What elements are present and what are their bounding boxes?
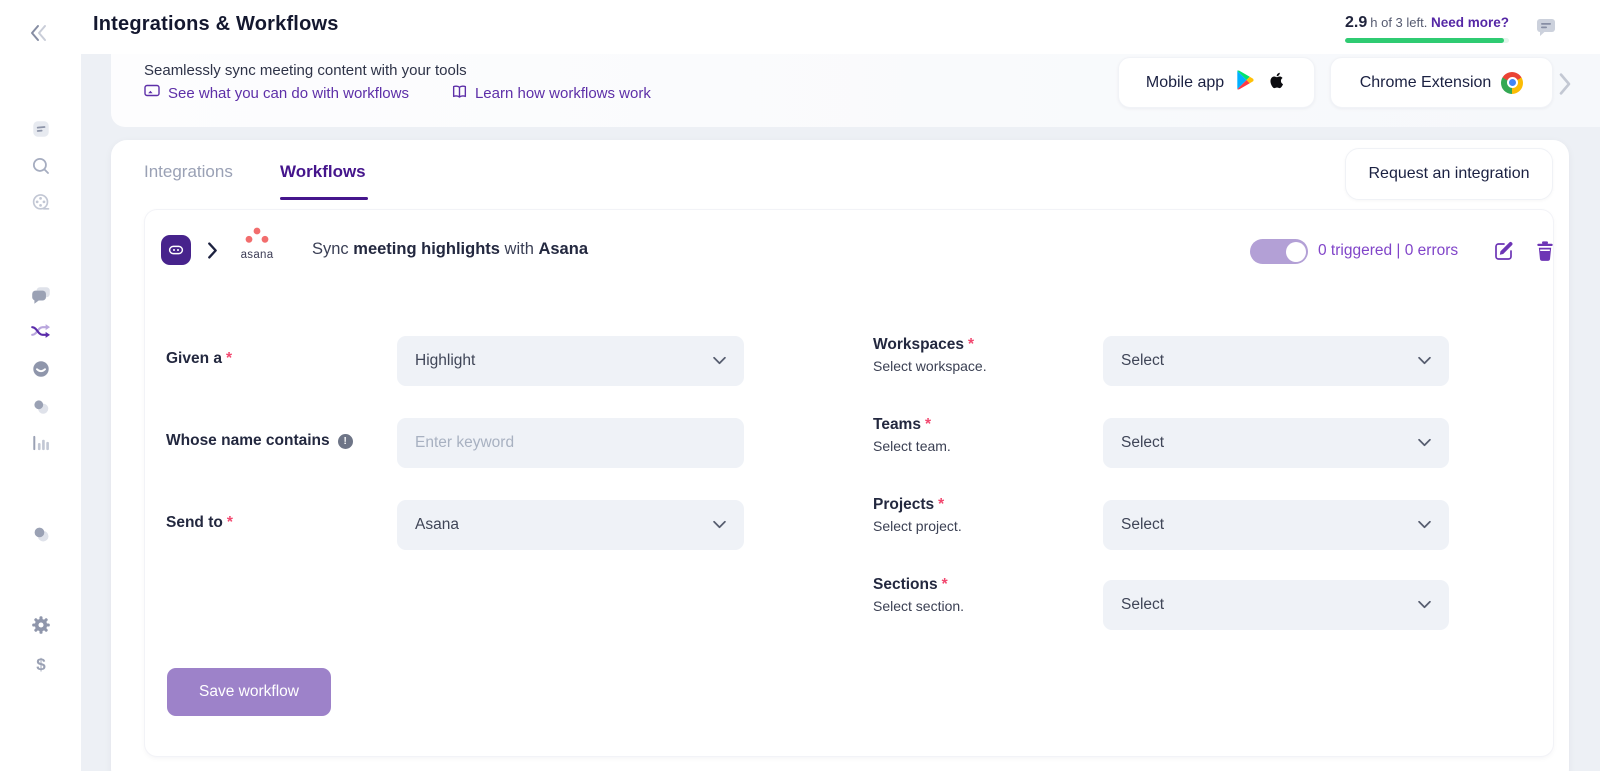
page-subtitle: Seamlessly sync meeting content with you… xyxy=(144,62,467,79)
usage-progress-fill xyxy=(1345,38,1504,43)
see-workflows-label: See what you can do with workflows xyxy=(168,85,409,102)
given-a-select[interactable]: Highlight xyxy=(397,336,744,386)
required-marker: * xyxy=(227,514,233,531)
workspaces-label: Workspaces* xyxy=(873,336,974,354)
learn-workflows-label: Learn how workflows work xyxy=(475,85,651,102)
tab-workflows[interactable]: Workflows xyxy=(280,162,366,182)
teams-sublabel: Select team. xyxy=(873,438,951,454)
send-to-value: Asana xyxy=(415,516,459,534)
keyword-input[interactable]: Enter keyword xyxy=(397,418,744,468)
projects-label: Projects* xyxy=(873,496,944,514)
top-header: Integrations & Workflows 2.9h of 3 left.… xyxy=(0,0,1600,54)
workflow-title-target: Asana xyxy=(538,240,588,258)
book-icon xyxy=(451,84,468,103)
usage-hours-left: 2.9 xyxy=(1345,14,1367,31)
workflow-title: Sync meeting highlights with Asana xyxy=(312,240,588,259)
given-a-label: Given a* xyxy=(166,350,232,368)
save-workflow-button[interactable]: Save workflow xyxy=(167,668,331,716)
settings-gear-icon[interactable] xyxy=(30,614,52,636)
send-to-label: Send to* xyxy=(166,514,233,532)
delete-workflow-icon[interactable] xyxy=(1535,240,1555,262)
asana-logo: asana xyxy=(230,227,284,261)
left-sidebar: $ xyxy=(0,0,81,771)
dot-badge-icon[interactable] xyxy=(30,396,52,418)
projects-select[interactable]: Select xyxy=(1103,500,1449,550)
workflow-panel: asana Sync meeting highlights with Asana… xyxy=(145,210,1553,756)
teams-label: Teams* xyxy=(873,416,931,434)
chrome-extension-label: Chrome Extension xyxy=(1360,74,1492,92)
sections-value: Select xyxy=(1121,596,1164,614)
projects-value: Select xyxy=(1121,516,1164,534)
send-to-select[interactable]: Asana xyxy=(397,500,744,550)
chevron-down-icon xyxy=(1418,596,1431,614)
chrome-icon xyxy=(1501,72,1523,94)
expand-workflow-icon[interactable] xyxy=(207,242,219,264)
keyword-placeholder: Enter keyword xyxy=(415,434,514,452)
tab-integrations[interactable]: Integrations xyxy=(144,162,233,182)
google-play-icon xyxy=(1234,69,1256,96)
mobile-app-label: Mobile app xyxy=(1146,74,1224,92)
notebook-icon[interactable] xyxy=(30,118,52,140)
chevron-down-icon xyxy=(1418,434,1431,452)
avatar-icon[interactable] xyxy=(30,523,52,545)
usage-progress-track xyxy=(1345,38,1509,43)
need-more-link[interactable]: Need more? xyxy=(1431,15,1509,30)
search-icon[interactable] xyxy=(30,155,52,177)
smiley-icon[interactable] xyxy=(30,358,52,380)
integrations-card: Integrations Workflows Request an integr… xyxy=(111,140,1569,771)
edit-workflow-icon[interactable] xyxy=(1493,240,1515,262)
request-integration-button[interactable]: Request an integration xyxy=(1345,148,1553,200)
film-reel-icon[interactable] xyxy=(30,192,52,214)
workflow-status-text: 0 triggered | 0 errors xyxy=(1318,242,1458,260)
required-marker: * xyxy=(968,336,974,353)
fireflies-bot-icon xyxy=(161,235,191,265)
required-marker: * xyxy=(226,350,232,367)
scroll-right-icon[interactable] xyxy=(1558,72,1572,101)
projects-sublabel: Select project. xyxy=(873,518,962,534)
intro-band: Seamlessly sync meeting content with you… xyxy=(111,54,1600,127)
page-title: Integrations & Workflows xyxy=(93,13,339,36)
workspaces-select[interactable]: Select xyxy=(1103,336,1449,386)
workspaces-sublabel: Select workspace. xyxy=(873,358,987,374)
see-workflows-link[interactable]: See what you can do with workflows xyxy=(144,84,409,103)
chrome-extension-button[interactable]: Chrome Extension xyxy=(1330,57,1553,108)
workspaces-value: Select xyxy=(1121,352,1164,370)
name-contains-label: Whose name contains! xyxy=(166,432,353,450)
mobile-app-button[interactable]: Mobile app xyxy=(1118,57,1315,108)
chevron-down-icon xyxy=(1418,352,1431,370)
workflow-enabled-toggle[interactable] xyxy=(1250,239,1308,264)
usage-meter: 2.9h of 3 left. Need more? xyxy=(1345,14,1515,43)
billing-dollar-icon[interactable]: $ xyxy=(30,654,52,676)
teams-select[interactable]: Select xyxy=(1103,418,1449,468)
chevron-down-icon xyxy=(713,516,726,534)
chevron-down-icon xyxy=(713,352,726,370)
asana-wordmark: asana xyxy=(230,249,284,261)
sections-label: Sections* xyxy=(873,576,948,594)
apple-icon xyxy=(1266,69,1287,97)
learn-workflows-link[interactable]: Learn how workflows work xyxy=(451,84,651,103)
sections-select[interactable]: Select xyxy=(1103,580,1449,630)
workflow-title-object: meeting highlights xyxy=(353,240,500,258)
feedback-icon[interactable] xyxy=(1534,15,1558,39)
sections-sublabel: Select section. xyxy=(873,598,964,614)
info-icon[interactable]: ! xyxy=(338,434,353,449)
usage-caption: h of 3 left. xyxy=(1370,15,1427,30)
teams-value: Select xyxy=(1121,434,1164,452)
chat-icon[interactable] xyxy=(30,284,52,306)
workflow-title-prefix: Sync xyxy=(312,240,353,258)
workflow-title-connector: with xyxy=(500,240,539,258)
screen-icon xyxy=(144,84,161,103)
required-marker: * xyxy=(942,576,948,593)
required-marker: * xyxy=(938,496,944,513)
workflows-shuffle-icon[interactable] xyxy=(30,320,52,342)
chevron-down-icon xyxy=(1418,516,1431,534)
required-marker: * xyxy=(925,416,931,433)
collapse-sidebar-icon[interactable] xyxy=(25,20,51,46)
active-tab-underline xyxy=(280,197,368,200)
analytics-icon[interactable] xyxy=(30,432,52,454)
given-a-value: Highlight xyxy=(415,352,475,370)
